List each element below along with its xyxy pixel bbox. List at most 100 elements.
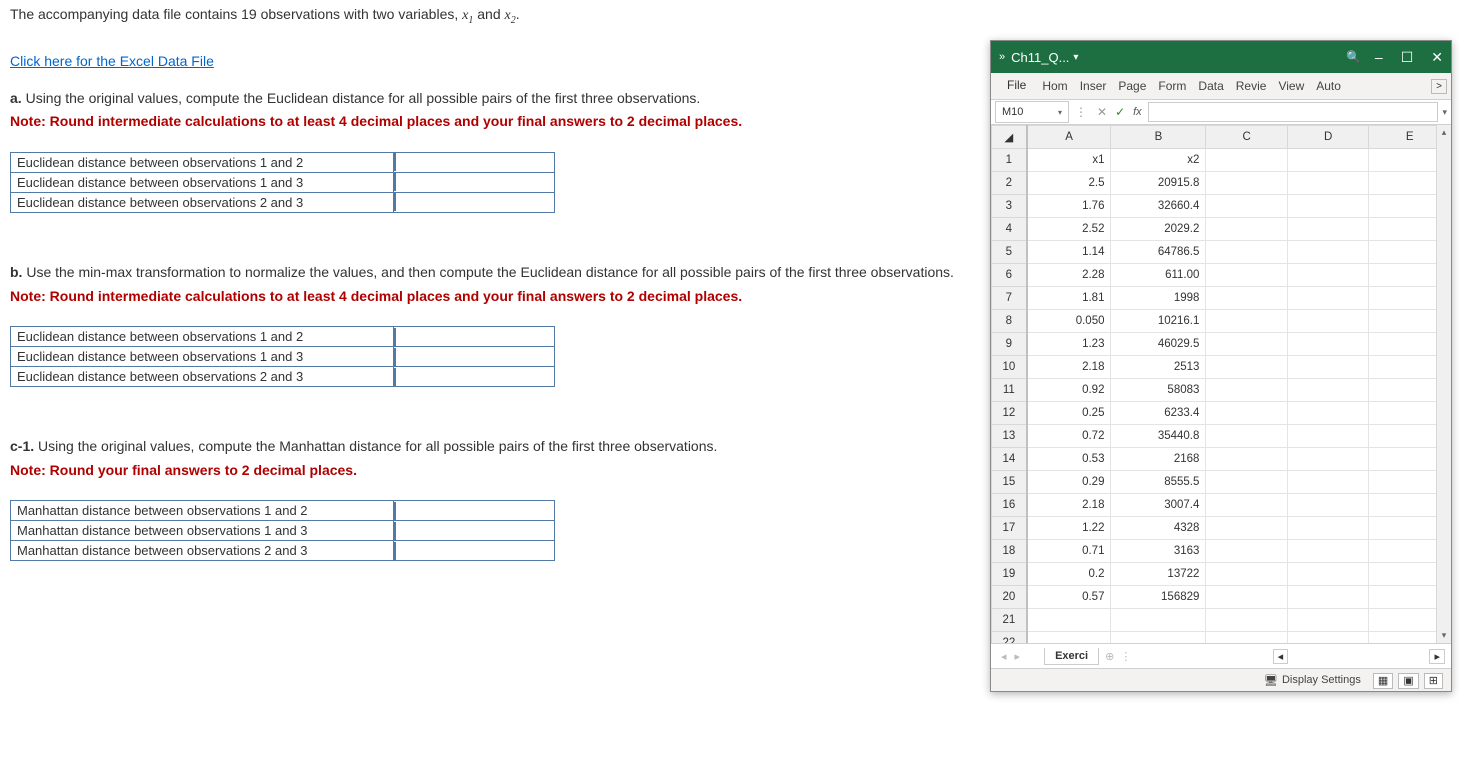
col-header-c[interactable]: C: [1206, 126, 1288, 149]
cell[interactable]: [1206, 563, 1288, 586]
cell[interactable]: 2.52: [1027, 218, 1111, 241]
c-row2-input[interactable]: [394, 522, 554, 540]
cell[interactable]: [1206, 632, 1288, 644]
tab-data[interactable]: Data: [1192, 75, 1229, 97]
display-settings-button[interactable]: 🖥 Display Settings: [1264, 674, 1361, 687]
search-icon[interactable]: 🔍: [1346, 50, 1361, 64]
cell[interactable]: x1: [1027, 149, 1111, 172]
cell[interactable]: [1206, 540, 1288, 563]
cell[interactable]: 0.050: [1027, 310, 1111, 333]
cell[interactable]: 0.72: [1027, 425, 1111, 448]
close-button[interactable]: ✕: [1431, 49, 1443, 66]
maximize-button[interactable]: ☐: [1401, 49, 1414, 66]
vertical-scrollbar[interactable]: ▴ ▾: [1436, 125, 1451, 643]
cell[interactable]: 0.2: [1027, 563, 1111, 586]
cell[interactable]: [1027, 609, 1111, 632]
sheet-nav-right-icon[interactable]: ▸: [1015, 650, 1021, 663]
cell[interactable]: 35440.8: [1111, 425, 1206, 448]
row-header[interactable]: 14: [992, 448, 1027, 471]
cell[interactable]: x2: [1111, 149, 1206, 172]
formula-input[interactable]: [1148, 102, 1439, 122]
tab-view[interactable]: View: [1272, 75, 1310, 97]
data-file-link[interactable]: Click here for the Excel Data File: [10, 53, 214, 69]
hscroll-right-icon[interactable]: ▸: [1429, 649, 1445, 664]
cell[interactable]: 0.29: [1027, 471, 1111, 494]
cell[interactable]: 2.28: [1027, 264, 1111, 287]
cell[interactable]: [1206, 425, 1288, 448]
cell[interactable]: 1998: [1111, 287, 1206, 310]
cell[interactable]: [1287, 241, 1369, 264]
sheet-tab[interactable]: Exerci: [1044, 648, 1099, 665]
cell[interactable]: 0.53: [1027, 448, 1111, 471]
a-row3-input[interactable]: [394, 193, 554, 211]
b-row3-input[interactable]: [394, 368, 554, 386]
cell[interactable]: 2168: [1111, 448, 1206, 471]
chevron-down-icon[interactable]: ▾: [1073, 52, 1078, 63]
row-header[interactable]: 19: [992, 563, 1027, 586]
tab-formulas[interactable]: Form: [1152, 75, 1192, 97]
cell[interactable]: [1287, 333, 1369, 356]
row-header[interactable]: 3: [992, 195, 1027, 218]
row-header[interactable]: 12: [992, 402, 1027, 425]
row-header[interactable]: 4: [992, 218, 1027, 241]
cell[interactable]: [1206, 172, 1288, 195]
cell[interactable]: [1287, 264, 1369, 287]
tab-insert[interactable]: Inser: [1074, 75, 1113, 97]
cell[interactable]: [1287, 586, 1369, 609]
row-header[interactable]: 20: [992, 586, 1027, 609]
cell[interactable]: [1287, 425, 1369, 448]
scroll-up-icon[interactable]: ▴: [1442, 127, 1447, 138]
cell[interactable]: [1206, 333, 1288, 356]
cell[interactable]: [1287, 448, 1369, 471]
cell[interactable]: 2.5: [1027, 172, 1111, 195]
col-header-d[interactable]: D: [1287, 126, 1369, 149]
cell[interactable]: 1.81: [1027, 287, 1111, 310]
cell[interactable]: [1206, 241, 1288, 264]
cell[interactable]: [1206, 609, 1288, 632]
chevron-down-icon[interactable]: ▾: [1442, 107, 1447, 118]
cell[interactable]: [1287, 471, 1369, 494]
fx-icon[interactable]: fx: [1133, 106, 1142, 118]
cell[interactable]: [1206, 517, 1288, 540]
excel-grid-wrap[interactable]: ◢ A B C D E 1x1x222.520915.831.7632660.4…: [991, 125, 1451, 643]
cell[interactable]: 32660.4: [1111, 195, 1206, 218]
row-header[interactable]: 1: [992, 149, 1027, 172]
cell[interactable]: 2.18: [1027, 494, 1111, 517]
cell[interactable]: [1287, 563, 1369, 586]
cell[interactable]: [1287, 356, 1369, 379]
a-row1-input[interactable]: [394, 153, 554, 171]
b-row2-input[interactable]: [394, 348, 554, 366]
cancel-icon[interactable]: ✕: [1097, 105, 1107, 119]
cell[interactable]: [1206, 356, 1288, 379]
row-header[interactable]: 5: [992, 241, 1027, 264]
cell[interactable]: [1206, 448, 1288, 471]
minimize-button[interactable]: –: [1375, 49, 1383, 65]
cell[interactable]: 2.18: [1027, 356, 1111, 379]
cell[interactable]: 0.71: [1027, 540, 1111, 563]
row-header[interactable]: 11: [992, 379, 1027, 402]
row-header[interactable]: 21: [992, 609, 1027, 632]
cell[interactable]: [1111, 609, 1206, 632]
cell[interactable]: 0.57: [1027, 586, 1111, 609]
cell[interactable]: 46029.5: [1111, 333, 1206, 356]
view-page-icon[interactable]: ▣: [1398, 673, 1418, 689]
cell[interactable]: 3163: [1111, 540, 1206, 563]
cell[interactable]: [1287, 402, 1369, 425]
cell[interactable]: [1287, 379, 1369, 402]
cell[interactable]: [1206, 264, 1288, 287]
cell[interactable]: 58083: [1111, 379, 1206, 402]
cell[interactable]: [1287, 310, 1369, 333]
row-header[interactable]: 6: [992, 264, 1027, 287]
a-row2-input[interactable]: [394, 173, 554, 191]
cell[interactable]: 611.00: [1111, 264, 1206, 287]
cell[interactable]: [1206, 471, 1288, 494]
workbook-title[interactable]: Ch11_Q...: [1011, 50, 1069, 65]
cell[interactable]: 1.14: [1027, 241, 1111, 264]
b-row1-input[interactable]: [394, 328, 554, 346]
row-header[interactable]: 10: [992, 356, 1027, 379]
select-all-corner[interactable]: ◢: [992, 126, 1027, 149]
cell[interactable]: [1206, 586, 1288, 609]
add-sheet-icon[interactable]: ⊕: [1105, 650, 1114, 663]
cell[interactable]: [1287, 287, 1369, 310]
row-header[interactable]: 17: [992, 517, 1027, 540]
